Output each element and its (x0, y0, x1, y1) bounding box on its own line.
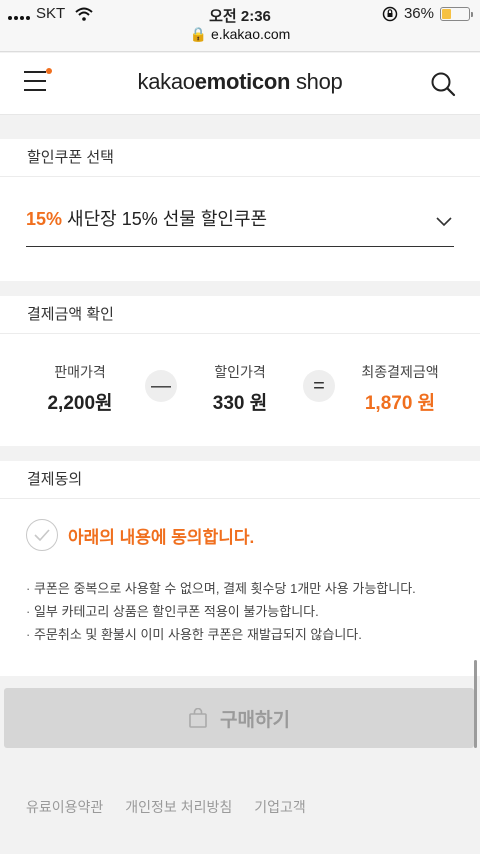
notice-item: 주문취소 및 환불시 이미 사용한 쿠폰은 재발급되지 않습니다. (26, 623, 416, 646)
notice-item: 일부 카테고리 상품은 할인쿠폰 적용이 불가능합니다. (26, 600, 416, 623)
footer-link-business[interactable]: 기업고객 (254, 797, 306, 817)
lock-icon: 🔒 (189, 26, 208, 42)
battery-level (442, 8, 452, 19)
logo-emoticon: emoticon (194, 69, 291, 94)
purchase-button[interactable]: 구매하기 (4, 688, 474, 748)
agreement-section-title: 결제동의 (0, 461, 480, 499)
chevron-down-icon (436, 217, 452, 227)
sale-price: 판매가격 2,200원 (15, 362, 145, 415)
price-summary: 판매가격 2,200원 — 할인가격 330 원 = 최종결제금액 1,870 … (0, 334, 480, 446)
footer-link-privacy-policy[interactable]: 개인정보 처리방침 (125, 797, 232, 817)
rotation-lock-icon (382, 6, 398, 21)
final-price: 최종결제금액 1,870 원 (335, 362, 465, 415)
agreement-section: 결제동의 아래의 내용에 동의합니다. 쿠폰은 중복으로 사용할 수 없으며, … (0, 461, 480, 676)
battery-icon (440, 6, 473, 21)
final-price-value: 1,870 원 (364, 393, 436, 414)
logo-shop: shop (290, 69, 343, 94)
final-price-label: 최종결제금액 (361, 364, 439, 380)
logo-kakao: kakao (137, 69, 196, 94)
coupon-percent: 15% (26, 209, 63, 229)
discount-price: 할인가격 330 원 (175, 362, 305, 415)
equals-icon: = (303, 370, 335, 402)
agree-checkbox[interactable]: 아래의 내용에 동의합니다. (26, 519, 254, 551)
footer-links: 유료이용약관 개인정보 처리방침 기업고객 (26, 797, 306, 817)
payment-section-title: 결제금액 확인 (0, 296, 480, 334)
coupon-section-title: 할인쿠폰 선택 (0, 139, 480, 177)
discount-price-label: 할인가격 (214, 364, 266, 380)
purchase-button-label: 구매하기 (220, 709, 290, 731)
discount-price-value: 330 원 (212, 393, 268, 414)
coupon-name: 새단장 15% 선물 할인쿠폰 (62, 209, 268, 229)
sale-price-value: 2,200원 (47, 393, 113, 414)
sale-price-label: 판매가격 (54, 364, 106, 380)
site-header: kakaoemoticon shop (0, 53, 480, 115)
notice-list: 쿠폰은 중복으로 사용할 수 없으며, 결제 횟수당 1개만 사용 가능합니다.… (26, 577, 416, 646)
agree-label: 아래의 내용에 동의합니다. (68, 527, 255, 547)
battery-percent: 36% (403, 5, 434, 22)
search-icon[interactable] (430, 71, 456, 97)
minus-icon: — (145, 370, 177, 402)
status-bar: SKT 오전 2:36 🔒 e.kakao.com 36% (0, 0, 480, 52)
checkmark-icon (34, 529, 50, 541)
footer-link-paid-terms[interactable]: 유료이용약관 (26, 797, 103, 817)
check-circle-icon (26, 519, 58, 551)
shopping-bag-icon (189, 708, 207, 728)
url-text: e.kakao.com (210, 26, 291, 42)
address-url[interactable]: 🔒 e.kakao.com (0, 26, 480, 43)
coupon-section: 할인쿠폰 선택 15% 새단장 15% 선물 할인쿠폰 (0, 139, 480, 281)
coupon-dropdown[interactable]: 15% 새단장 15% 선물 할인쿠폰 (26, 205, 454, 247)
payment-section: 결제금액 확인 판매가격 2,200원 — 할인가격 330 원 = 최종결제금… (0, 296, 480, 446)
site-logo[interactable]: kakaoemoticon shop (0, 69, 480, 95)
status-right: 36% (382, 5, 473, 22)
scrollbar[interactable] (474, 660, 477, 748)
notice-item: 쿠폰은 중복으로 사용할 수 없으며, 결제 횟수당 1개만 사용 가능합니다. (26, 577, 416, 600)
